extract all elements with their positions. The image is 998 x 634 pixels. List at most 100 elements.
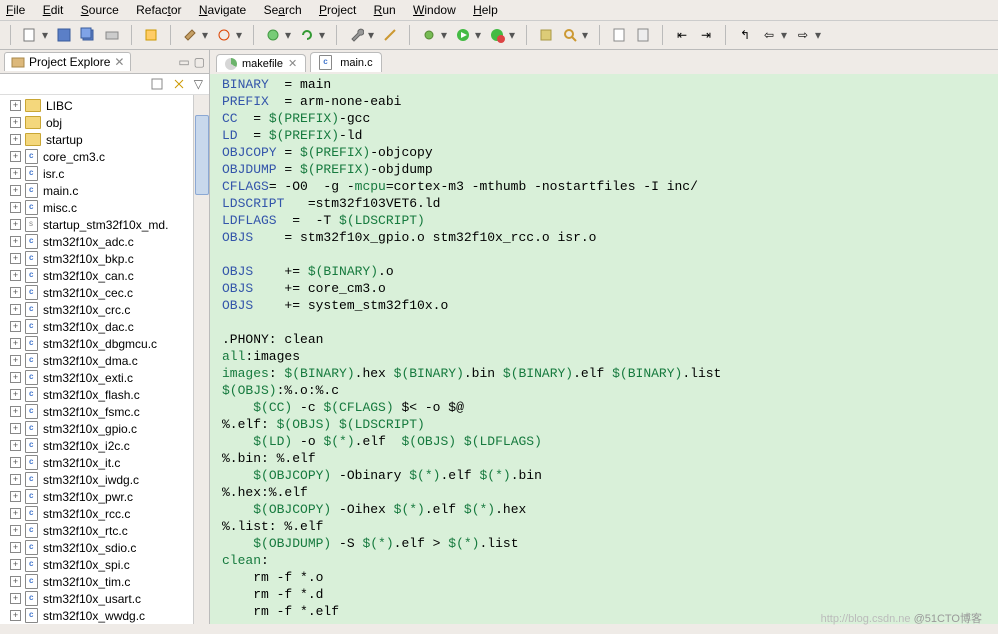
tree-item[interactable]: +stm32f10x_i2c.c	[0, 437, 209, 454]
tab-main-c[interactable]: main.c	[310, 52, 381, 72]
tree-item[interactable]: +startup_stm32f10x_md.	[0, 216, 209, 233]
menu-window[interactable]: Window	[413, 3, 456, 17]
checkout-dropdown-icon[interactable]: ▾	[284, 26, 292, 44]
expand-icon[interactable]: +	[10, 151, 21, 162]
open-type-icon[interactable]	[537, 26, 555, 44]
save-icon[interactable]	[55, 26, 73, 44]
tree-item[interactable]: +stm32f10x_bkp.c	[0, 250, 209, 267]
menu-refactor[interactable]: Refactor	[136, 3, 181, 17]
expand-icon[interactable]: +	[10, 610, 21, 621]
code-editor[interactable]: BINARY = main PREFIX = arm-none-eabi CC …	[210, 74, 998, 624]
expand-icon[interactable]: +	[10, 117, 21, 128]
tree-item[interactable]: +stm32f10x_crc.c	[0, 301, 209, 318]
tree-item[interactable]: +stm32f10x_dac.c	[0, 318, 209, 335]
view-menu-icon[interactable]: ▽	[194, 77, 203, 91]
minimize-icon[interactable]: ▭	[178, 55, 189, 69]
menu-navigate[interactable]: Navigate	[199, 3, 246, 17]
expand-icon[interactable]: +	[10, 474, 21, 485]
tree-item[interactable]: +stm32f10x_rcc.c	[0, 505, 209, 522]
expand-icon[interactable]: +	[10, 270, 21, 281]
tree-item[interactable]: +stm32f10x_it.c	[0, 454, 209, 471]
expand-icon[interactable]: +	[10, 423, 21, 434]
link-editor-icon[interactable]	[172, 77, 186, 91]
run-icon[interactable]	[454, 26, 472, 44]
tree-item[interactable]: +stm32f10x_flash.c	[0, 386, 209, 403]
run-last-dropdown-icon[interactable]: ▾	[508, 26, 516, 44]
maximize-icon[interactable]: ▢	[194, 55, 205, 69]
scrollbar-thumb[interactable]	[195, 115, 209, 195]
expand-icon[interactable]: +	[10, 440, 21, 451]
back-dropdown-icon[interactable]: ▾	[780, 26, 788, 44]
tree-item[interactable]: +stm32f10x_pwr.c	[0, 488, 209, 505]
collapse-all-icon[interactable]	[150, 77, 164, 91]
wrench-icon[interactable]	[347, 26, 365, 44]
nav-prev-icon[interactable]: ⇤	[673, 26, 691, 44]
expand-icon[interactable]: +	[10, 338, 21, 349]
build-icon[interactable]	[142, 26, 160, 44]
expand-icon[interactable]: +	[10, 593, 21, 604]
new-icon[interactable]	[21, 26, 39, 44]
hammer-dropdown-icon[interactable]: ▾	[201, 26, 209, 44]
menu-help[interactable]: Help	[473, 3, 498, 17]
scrollbar-vertical[interactable]	[193, 95, 209, 624]
tree-item[interactable]: +isr.c	[0, 165, 209, 182]
expand-icon[interactable]: +	[10, 372, 21, 383]
tree-item[interactable]: +LIBC	[0, 97, 209, 114]
debug-dropdown-icon[interactable]: ▾	[440, 26, 448, 44]
expand-icon[interactable]: +	[10, 321, 21, 332]
project-tree[interactable]: +LIBC+obj+startup+core_cm3.c+isr.c+main.…	[0, 95, 209, 624]
target-dropdown-icon[interactable]: ▾	[235, 26, 243, 44]
expand-icon[interactable]: +	[10, 304, 21, 315]
tree-item[interactable]: +stm32f10x_exti.c	[0, 369, 209, 386]
tree-item[interactable]: +stm32f10x_usart.c	[0, 590, 209, 607]
tree-item[interactable]: +stm32f10x_spi.c	[0, 556, 209, 573]
save-all-icon[interactable]	[79, 26, 97, 44]
wrench-dropdown-icon[interactable]: ▾	[367, 26, 375, 44]
target-icon[interactable]	[215, 26, 233, 44]
menu-run[interactable]: Run	[374, 3, 396, 17]
tree-item[interactable]: +stm32f10x_fsmc.c	[0, 403, 209, 420]
tree-item[interactable]: +stm32f10x_dma.c	[0, 352, 209, 369]
project-explorer-tab[interactable]: Project Explore ✕	[4, 52, 131, 71]
nav-next-icon[interactable]: ⇥	[697, 26, 715, 44]
tree-item[interactable]: +main.c	[0, 182, 209, 199]
expand-icon[interactable]: +	[10, 185, 21, 196]
expand-icon[interactable]: +	[10, 457, 21, 468]
expand-icon[interactable]: +	[10, 576, 21, 587]
search-icon[interactable]	[561, 26, 579, 44]
tree-item[interactable]: +startup	[0, 131, 209, 148]
menu-source[interactable]: Source	[81, 3, 119, 17]
expand-icon[interactable]: +	[10, 134, 21, 145]
tree-item[interactable]: +stm32f10x_tim.c	[0, 573, 209, 590]
tree-item[interactable]: +stm32f10x_sdio.c	[0, 539, 209, 556]
menu-edit[interactable]: Edit	[43, 3, 64, 17]
menu-project[interactable]: Project	[319, 3, 356, 17]
expand-icon[interactable]: +	[10, 236, 21, 247]
expand-icon[interactable]: +	[10, 355, 21, 366]
tree-item[interactable]: +stm32f10x_adc.c	[0, 233, 209, 250]
expand-icon[interactable]: +	[10, 559, 21, 570]
new-dropdown-icon[interactable]: ▾	[41, 26, 49, 44]
run-dropdown-icon[interactable]: ▾	[474, 26, 482, 44]
print-icon[interactable]	[103, 26, 121, 44]
debug-icon[interactable]	[420, 26, 438, 44]
expand-icon[interactable]: +	[10, 202, 21, 213]
tree-item[interactable]: +misc.c	[0, 199, 209, 216]
search-dropdown-icon[interactable]: ▾	[581, 26, 589, 44]
tree-item[interactable]: +obj	[0, 114, 209, 131]
expand-icon[interactable]: +	[10, 253, 21, 264]
expand-icon[interactable]: +	[10, 542, 21, 553]
tab-makefile[interactable]: makefile ✕	[216, 54, 306, 72]
run-last-icon[interactable]	[488, 26, 506, 44]
expand-icon[interactable]: +	[10, 508, 21, 519]
refresh-icon[interactable]	[298, 26, 316, 44]
expand-icon[interactable]: +	[10, 389, 21, 400]
expand-icon[interactable]: +	[10, 219, 21, 230]
expand-icon[interactable]: +	[10, 491, 21, 502]
refresh-dropdown-icon[interactable]: ▾	[318, 26, 326, 44]
forward-dropdown-icon[interactable]: ▾	[814, 26, 822, 44]
back-icon[interactable]: ⇦	[760, 26, 778, 44]
expand-icon[interactable]: +	[10, 100, 21, 111]
prev-ann-icon[interactable]: ↰	[736, 26, 754, 44]
expand-icon[interactable]: +	[10, 525, 21, 536]
